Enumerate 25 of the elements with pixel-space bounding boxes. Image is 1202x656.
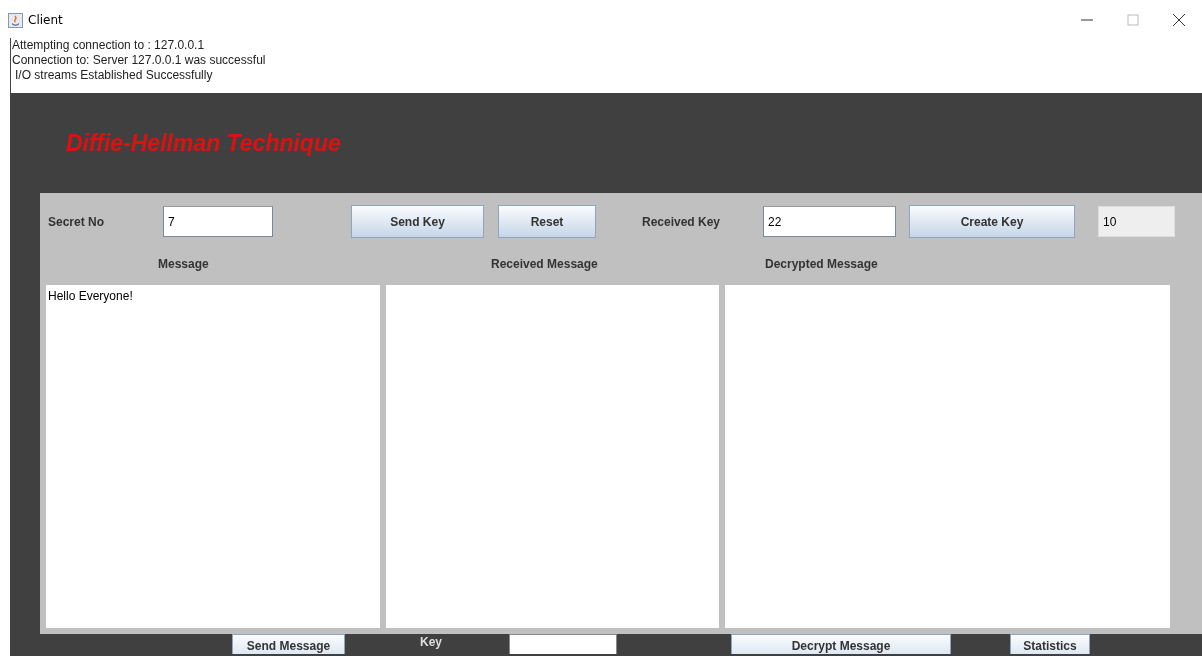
shared-key-field[interactable]: 10 [1098,206,1175,237]
log-line: I/O streams Established Successfully [14,68,213,83]
pane-label: Received Message [491,256,598,271]
reset-button[interactable]: Reset [498,205,596,238]
secret-field[interactable]: 7 [163,206,273,237]
send-message-button[interactable]: Send Message [232,634,345,654]
decrypt-message-button[interactable]: Decrypt Message [731,634,951,654]
log-line: Attempting connection to : 127.0.0.1 [12,38,205,53]
received-key-field[interactable]: 22 [763,206,896,237]
app-heading: Diffie-Hellman Technique [66,129,341,157]
maximize-icon[interactable] [1127,14,1139,26]
log-line: Connection to: Server 127.0.0.1 was successful [12,53,266,68]
close-icon[interactable] [1173,14,1185,26]
send-key-button[interactable]: Send Key [351,205,484,238]
message-area[interactable]: Hello Everyone! [46,285,380,628]
secret-label: Secret No [48,214,106,229]
statistics-button[interactable]: Statistics [1010,634,1090,654]
received-key-label: Received Key [642,214,722,229]
key-field[interactable] [509,634,617,654]
create-key-button[interactable]: Create Key [909,205,1075,238]
app-icon [8,12,23,28]
window-title: Client [28,13,63,27]
key-label: Key [419,634,443,649]
pane-label: Message [158,256,209,271]
pane-label: Decrypted Message [765,256,878,271]
